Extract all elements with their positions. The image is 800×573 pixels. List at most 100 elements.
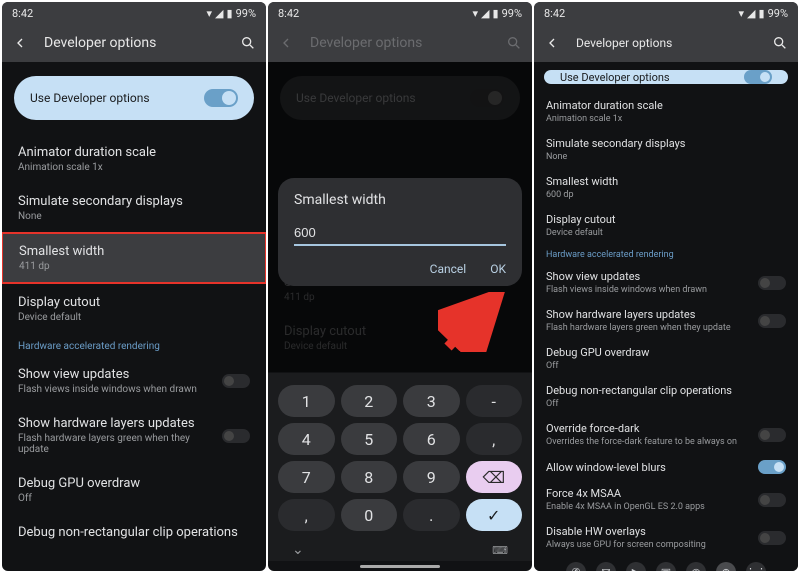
use-dev-options-toggle-card[interactable]: Use Developer options	[544, 70, 788, 84]
pill-label: Use Developer options	[560, 71, 670, 84]
key-backspace[interactable]: ⌫	[466, 461, 523, 493]
key-comma[interactable]: ,	[278, 499, 335, 531]
ok-button[interactable]: OK	[490, 262, 506, 276]
key-enter[interactable]: ✓	[466, 499, 523, 531]
toggle-icon[interactable]	[758, 314, 786, 328]
dock-phone-icon[interactable]: ✆	[566, 562, 586, 571]
dock-browser-icon[interactable]: ⊕	[716, 562, 736, 571]
battery-icon: ▮	[493, 7, 499, 20]
signal-icon: ◢	[215, 7, 223, 20]
key-minus[interactable]: -	[466, 385, 523, 417]
search-icon[interactable]	[240, 35, 256, 51]
page-title: Developer options	[310, 35, 490, 51]
dock-play-icon[interactable]: ▶	[626, 562, 646, 571]
item-show-view-updates[interactable]: Show view updatesFlash views inside wind…	[534, 263, 798, 301]
key-7[interactable]: 7	[278, 461, 335, 493]
status-icons: ▾ ◢ ▮ 99%	[473, 7, 522, 20]
item-smallest-width[interactable]: Smallest width 411 dp	[2, 232, 266, 284]
toggle-icon[interactable]	[222, 374, 250, 388]
key-6[interactable]: 6	[403, 423, 460, 455]
wifi-icon: ▾	[207, 7, 213, 20]
collapse-keyboard-icon[interactable]: ⌄	[292, 542, 304, 558]
signal-icon: ◢	[747, 7, 755, 20]
key-dot[interactable]: .	[403, 499, 460, 531]
item-display-cutout[interactable]: Display cutoutDevice default	[534, 206, 798, 244]
smallest-width-input[interactable]	[294, 222, 506, 246]
key-9[interactable]: 9	[403, 461, 460, 493]
item-display-cutout[interactable]: Display cutout Device default	[2, 284, 266, 333]
item-override-force-dark[interactable]: Override force-darkOverrides the force-d…	[534, 415, 798, 453]
category-hw-rendering: Hardware accelerated rendering	[2, 333, 266, 356]
bottom-dock: ✆ ✉ ▶ ▣ ◉ ⊕ ⋮⋮	[534, 556, 798, 571]
toggle-icon[interactable]	[222, 429, 250, 443]
battery-icon: ▮	[227, 7, 233, 20]
item-debug-clip-ops[interactable]: Debug non-rectangular clip operationsOff	[534, 377, 798, 415]
item-animator-duration[interactable]: Animator duration scaleAnimation scale 1…	[534, 92, 798, 130]
search-icon[interactable]	[772, 35, 788, 51]
dock-apps-icon[interactable]: ⋮⋮	[746, 562, 766, 571]
item-force-msaa[interactable]: Force 4x MSAAEnable 4x MSAA in OpenGL ES…	[534, 480, 798, 518]
key-2[interactable]: 2	[341, 385, 398, 417]
toggle-icon[interactable]	[758, 428, 786, 442]
pill-label: Use Developer options	[30, 91, 150, 105]
keyboard-switch-icon[interactable]: ⌨	[492, 544, 508, 557]
toggle-icon[interactable]	[758, 276, 786, 290]
battery-icon: ▮	[759, 7, 765, 20]
status-icons: ▾ ◢ ▮ 99%	[207, 7, 256, 20]
item-debug-gpu-overdraw[interactable]: Debug GPU overdraw Off	[2, 465, 266, 514]
home-indicator[interactable]	[360, 565, 440, 568]
key-5[interactable]: 5	[341, 423, 398, 455]
status-time: 8:42	[278, 7, 299, 20]
content: Use Developer options Smallest width 411…	[268, 62, 532, 571]
dock-gallery-icon[interactable]: ▣	[656, 562, 676, 571]
page-title: Developer options	[44, 35, 224, 51]
key-3[interactable]: 3	[403, 385, 460, 417]
item-simulate-displays[interactable]: Simulate secondary displays None	[2, 183, 266, 232]
back-icon[interactable]	[12, 35, 28, 51]
keyboard-bottom-bar: ⌄ ⌨	[268, 539, 532, 561]
toggle-icon[interactable]	[758, 460, 786, 474]
header: Developer options	[534, 24, 798, 62]
key-separator[interactable]: ,	[466, 423, 523, 455]
status-bar: 8:42 ▾ ◢ ▮ 99%	[268, 2, 532, 24]
status-icons: ▾ ◢ ▮ 99%	[739, 7, 788, 20]
item-show-hw-layers[interactable]: Show hardware layers updates Flash hardw…	[2, 405, 266, 465]
item-smallest-width[interactable]: Smallest width600 dp	[534, 168, 798, 206]
header: Developer options	[2, 24, 266, 62]
item-debug-clip-ops[interactable]: Debug non-rectangular clip operations	[2, 514, 266, 550]
content: Use Developer options Animator duration …	[2, 62, 266, 571]
toggle-icon[interactable]	[758, 531, 786, 545]
status-time: 8:42	[544, 7, 565, 20]
numeric-keypad: 1 2 3 - 4 5 6 , 7 8 9 ⌫ , 0 . ✓	[268, 373, 532, 539]
item-show-view-updates[interactable]: Show view updates Flash views inside win…	[2, 356, 266, 405]
wifi-icon: ▾	[473, 7, 479, 20]
toggle-icon[interactable]	[758, 493, 786, 507]
smallest-width-dialog: Smallest width Cancel OK	[278, 178, 522, 286]
dock-messages-icon[interactable]: ✉	[596, 562, 616, 571]
toggle-icon[interactable]	[204, 89, 238, 107]
cancel-button[interactable]: Cancel	[430, 262, 467, 276]
battery-percent: 99%	[768, 7, 788, 20]
dialog-title: Smallest width	[294, 192, 506, 208]
back-icon[interactable]	[278, 35, 294, 51]
item-debug-gpu-overdraw[interactable]: Debug GPU overdrawOff	[534, 339, 798, 377]
key-1[interactable]: 1	[278, 385, 335, 417]
item-disable-hw-overlays[interactable]: Disable HW overlaysAlways use GPU for sc…	[534, 518, 798, 556]
search-icon[interactable]	[506, 35, 522, 51]
item-window-blurs[interactable]: Allow window-level blurs	[534, 453, 798, 480]
category-hw-rendering: Hardware accelerated rendering	[534, 244, 798, 263]
key-4[interactable]: 4	[278, 423, 335, 455]
header: Developer options	[268, 24, 532, 62]
use-dev-options-toggle-card[interactable]: Use Developer options	[14, 76, 254, 120]
battery-percent: 99%	[236, 7, 256, 20]
key-0[interactable]: 0	[341, 499, 398, 531]
item-animator-duration[interactable]: Animator duration scale Animation scale …	[2, 134, 266, 183]
dock-camera-icon[interactable]: ◉	[686, 562, 706, 571]
item-simulate-displays[interactable]: Simulate secondary displaysNone	[534, 130, 798, 168]
phone-1: 8:42 ▾ ◢ ▮ 99% Developer options Use Dev…	[2, 2, 266, 571]
page-title: Developer options	[576, 36, 756, 50]
toggle-icon[interactable]	[744, 70, 772, 84]
item-show-hw-layers[interactable]: Show hardware layers updatesFlash hardwa…	[534, 301, 798, 339]
key-8[interactable]: 8	[341, 461, 398, 493]
back-icon[interactable]	[544, 35, 560, 51]
